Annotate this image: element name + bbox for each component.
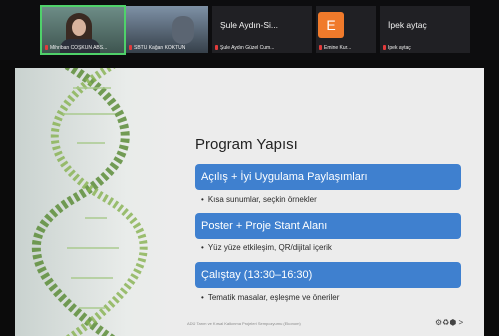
participant-figure [172,16,194,44]
slide-title: Program Yapısı [195,136,298,153]
mic-muted-icon [45,45,48,50]
sponsor-logos: ⚙♻⬢ > [435,318,464,327]
mic-muted-icon [215,45,218,50]
participant-name: Şule Aydın Güzel Cum... [215,45,310,51]
section-heading-1: Açılış + İyi Uygulama Paylaşımları [195,164,461,190]
section-heading-3: Çalıştay (13:30–16:30) [195,262,461,288]
participant-strip: Mihriban COŞKUN ABS... SBTÜ Kağan KÖKTÜN… [0,0,499,60]
participant-tile-2[interactable]: SBTÜ Kağan KÖKTÜN [126,6,208,53]
dna-helix-icon [31,68,148,336]
dna-helix-image [15,68,175,336]
participant-tile-3[interactable]: Şule Aydın-Si... Şule Aydın Güzel Cum... [212,6,312,53]
participant-name: Mihriban COŞKUN ABS... [45,45,122,51]
shared-slide: Program Yapısı Açılış + İyi Uygulama Pay… [15,68,484,336]
mic-muted-icon [383,45,386,50]
section-bullet-2: Yüz yüze etkileşim, QR/dijital içerik [201,243,332,252]
participant-name: Emine Kur... [319,45,374,51]
mic-muted-icon [129,45,132,50]
participant-name: İpek aytaç [383,45,468,51]
participant-name: SBTÜ Kağan KÖKTÜN [129,45,206,51]
participant-tile-4[interactable]: E Emine Kur... [316,6,376,53]
section-heading-2: Poster + Proje Stant Alanı [195,213,461,239]
participant-display-name: Şule Aydın-Si... [220,20,278,30]
section-bullet-3: Tematik masalar, eşleşme ve öneriler [201,293,340,302]
mic-muted-icon [319,45,322,50]
section-bullet-1: Kısa sunumlar, seçkin örnekler [201,195,317,204]
participant-avatar: E [318,12,344,38]
slide-footer: ADÜ Tarım ve Kırsal Kalkınma Projeleri S… [187,321,301,326]
participant-tile-5[interactable]: İpek aytaç İpek aytaç [380,6,470,53]
participant-display-name: İpek aytaç [388,20,427,30]
participant-tile-1[interactable]: Mihriban COŞKUN ABS... [40,5,126,55]
participant-face [72,19,86,36]
